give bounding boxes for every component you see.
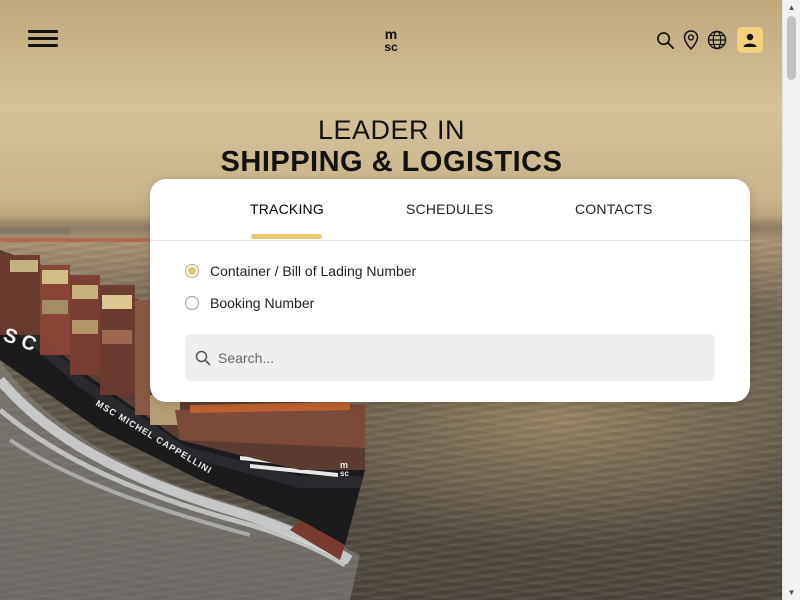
vertical-scrollbar[interactable]: ▲ ▼ <box>782 0 800 600</box>
hero-heading: LEADER IN SHIPPING & LOGISTICS <box>0 114 783 178</box>
tracking-search-box[interactable] <box>185 334 715 381</box>
header-actions <box>655 26 763 54</box>
page: S C MSC MICHEL CAPPELLINI m sc m sc LEAD… <box>0 0 800 600</box>
scroll-up-arrow-icon[interactable]: ▲ <box>783 0 800 15</box>
radio-label-booking: Booking Number <box>210 295 315 311</box>
svg-text:sc: sc <box>384 40 398 54</box>
search-icon[interactable] <box>655 30 675 50</box>
radio-button-unchecked[interactable] <box>185 296 199 310</box>
radio-option-container-bl[interactable]: Container / Bill of Lading Number <box>185 263 416 279</box>
radio-option-booking[interactable]: Booking Number <box>185 295 314 311</box>
widget-tabs: TRACKING SCHEDULES CONTACTS <box>150 179 750 241</box>
scrollbar-thumb[interactable] <box>787 16 796 80</box>
search-icon <box>194 349 212 367</box>
scroll-down-arrow-icon[interactable]: ▼ <box>783 585 800 600</box>
tab-tracking[interactable]: TRACKING <box>250 201 324 217</box>
hero-heading-line2: SHIPPING & LOGISTICS <box>220 146 563 178</box>
radio-label-container-bl: Container / Bill of Lading Number <box>210 263 417 279</box>
tab-contacts[interactable]: CONTACTS <box>575 201 653 217</box>
hero-heading-line1: LEADER IN <box>317 115 466 145</box>
hamburger-menu-icon[interactable] <box>28 30 58 48</box>
svg-text:sc: sc <box>340 469 349 478</box>
user-icon <box>743 33 757 47</box>
location-pin-icon[interactable] <box>681 30 701 50</box>
radio-button-checked[interactable] <box>185 264 199 278</box>
tracking-widget: TRACKING SCHEDULES CONTACTS Container / … <box>150 179 750 402</box>
tab-schedules[interactable]: SCHEDULES <box>406 201 493 217</box>
site-header: m sc <box>0 0 783 80</box>
globe-icon[interactable] <box>707 30 727 50</box>
active-tab-indicator <box>251 234 322 239</box>
msc-logo[interactable]: m sc <box>376 26 406 54</box>
user-account-button[interactable] <box>737 27 763 53</box>
tracking-search-input[interactable] <box>218 342 698 373</box>
